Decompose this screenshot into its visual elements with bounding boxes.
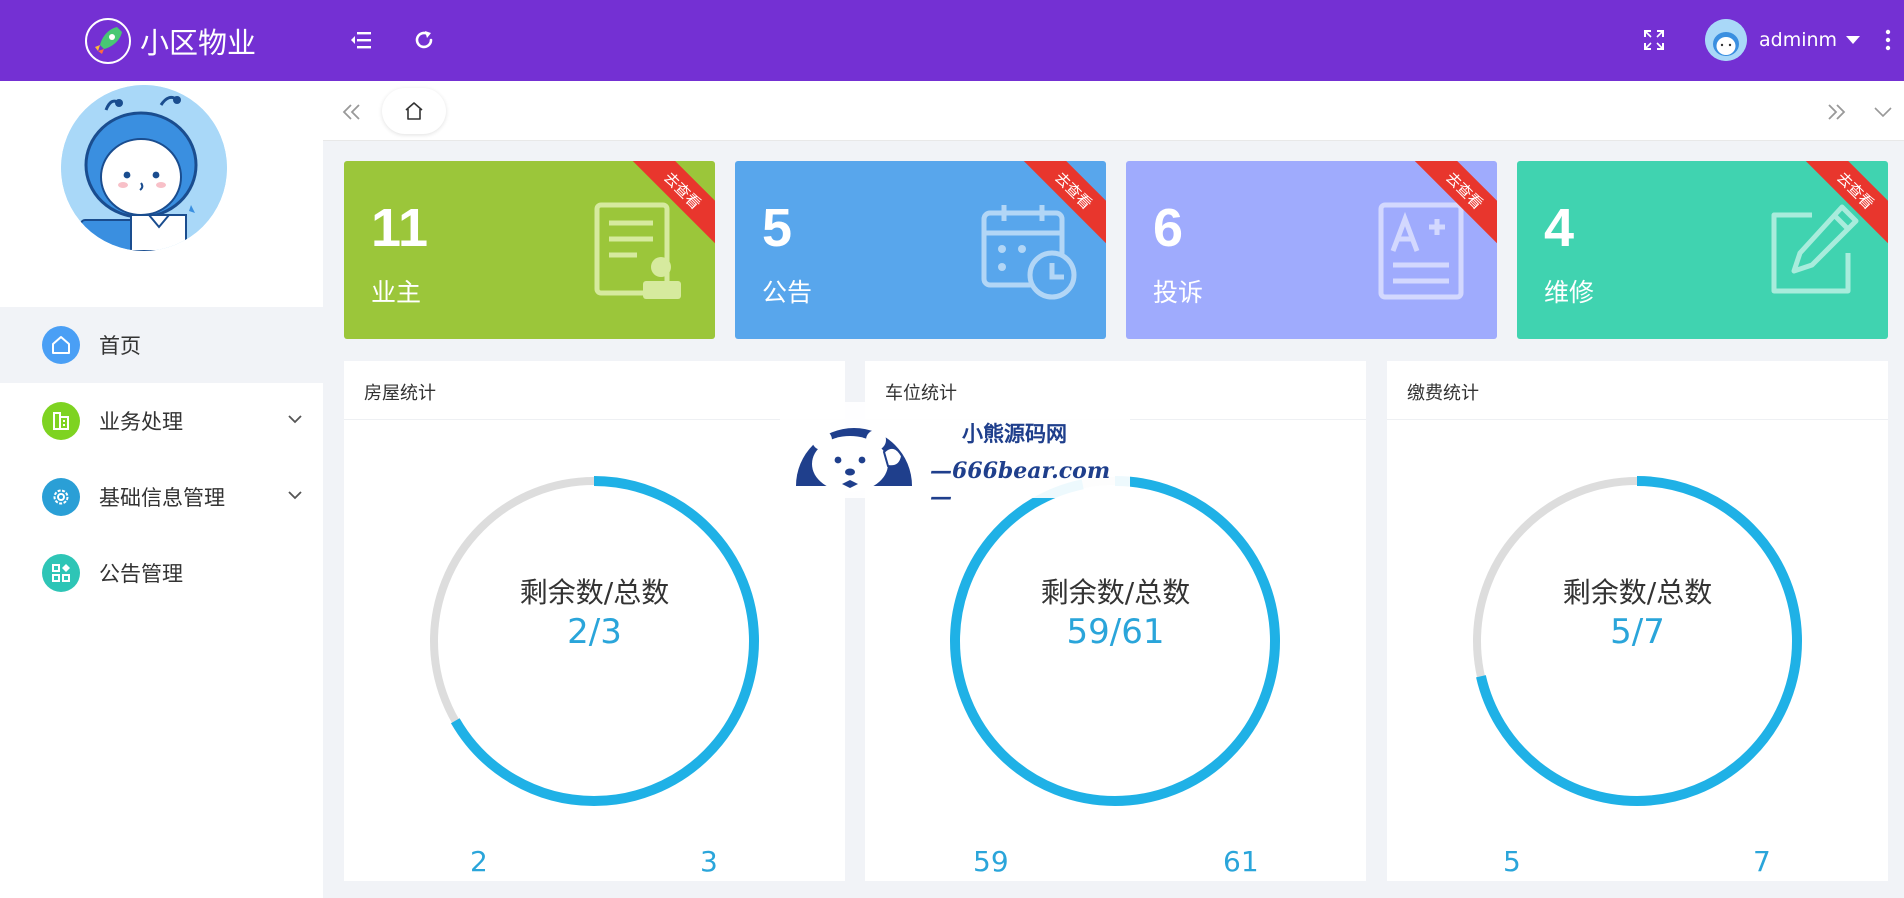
sidebar-menu: 首页 业务处理 基础信息管理 公告管理 — [0, 307, 323, 611]
collapse-menu-button[interactable] — [345, 24, 377, 56]
home-icon — [405, 102, 423, 120]
panel-divider — [1387, 419, 1888, 420]
card-label: 业主 — [371, 278, 422, 307]
sidebar-item-notice[interactable]: 公告管理 — [0, 535, 323, 611]
watermark-title: 小熊源码网 — [962, 421, 1067, 446]
indent-icon — [351, 32, 371, 49]
gauge-label: 剩余数/总数 — [519, 576, 670, 609]
sidebar-item-label: 业务处理 — [99, 410, 183, 434]
notice-stat-card[interactable]: 5 公告 去查看 — [735, 161, 1106, 339]
caret-down-icon — [1846, 36, 1861, 44]
grade-sheet-icon — [1378, 202, 1464, 300]
building-icon — [42, 402, 80, 440]
double-chevron-left-icon — [342, 104, 360, 120]
user-menu[interactable]: adminm — [1705, 19, 1861, 61]
refresh-button[interactable] — [408, 24, 440, 56]
gauge-max-label: 7 — [1753, 845, 1771, 878]
chevron-down-icon — [1874, 107, 1892, 118]
home-icon — [42, 326, 80, 364]
complaint-stat-card[interactable]: 6 投诉 去查看 — [1126, 161, 1497, 339]
top-header: 小区物业 adminm — [0, 0, 1904, 81]
gauge-label: 剩余数/总数 — [1040, 576, 1191, 609]
owner-stat-card[interactable]: 11 业主 去查看 — [344, 161, 715, 339]
card-label: 投诉 — [1153, 278, 1204, 307]
gauge-max-label: 3 — [700, 845, 718, 878]
tab-scroll-left-button[interactable] — [337, 97, 367, 127]
sidebar-item-label: 公告管理 — [99, 562, 183, 586]
card-number: 5 — [762, 198, 793, 258]
tab-scroll-right-button[interactable] — [1821, 97, 1851, 127]
avatar — [1705, 19, 1747, 61]
sidebar-item-label: 基础信息管理 — [99, 486, 225, 510]
profile-avatar — [61, 85, 227, 251]
gauge-value: 5/7 — [1610, 612, 1665, 652]
sidebar-item-label: 首页 — [99, 334, 141, 358]
gauge-max-label: 61 — [1223, 845, 1259, 878]
fullscreen-icon — [1644, 30, 1664, 50]
more-button[interactable] — [1872, 24, 1904, 56]
card-number: 4 — [1544, 198, 1575, 258]
tab-bar — [323, 81, 1904, 141]
rocket-icon — [85, 18, 131, 64]
fullscreen-button[interactable] — [1638, 24, 1670, 56]
chevron-down-icon — [288, 415, 302, 424]
panel-title: 房屋统计 — [364, 383, 436, 404]
tab-home[interactable] — [382, 88, 446, 134]
chevron-down-icon — [288, 491, 302, 500]
username: adminm — [1759, 29, 1838, 51]
calendar-clock-icon — [981, 205, 1077, 300]
double-chevron-right-icon — [1828, 104, 1846, 120]
panel-title: 缴费统计 — [1407, 383, 1479, 404]
card-number: 11 — [371, 198, 429, 258]
gauge-value: 59/61 — [1066, 612, 1165, 652]
gauge-min-label: 2 — [470, 845, 488, 878]
app-logo[interactable]: 小区物业 — [84, 17, 256, 65]
gear-icon — [42, 478, 80, 516]
more-vertical-icon — [1885, 29, 1891, 51]
refresh-icon — [415, 31, 433, 49]
repair-stat-card[interactable]: 4 维修 去查看 — [1517, 161, 1888, 339]
panel-divider — [344, 419, 845, 420]
gauge-label: 剩余数/总数 — [1562, 576, 1713, 609]
edit-icon — [1771, 204, 1859, 294]
house-stat-panel: 房屋统计 剩余数/总数 2/3 2 3 — [344, 361, 845, 881]
sidebar: 首页 业务处理 基础信息管理 公告管理 — [0, 81, 323, 898]
bear-logo-icon — [796, 428, 912, 492]
sidebar-item-home[interactable]: 首页 — [0, 307, 323, 383]
gauge-min-label: 59 — [973, 845, 1009, 878]
gauge-min-label: 5 — [1503, 845, 1521, 878]
gauge-value: 2/3 — [567, 612, 622, 652]
card-label: 维修 — [1544, 278, 1595, 307]
app-title: 小区物业 — [140, 26, 257, 60]
watermark-url: —666bear.com— — [930, 458, 1111, 510]
watermark: 小熊源码网 —666bear.com— — [780, 402, 1130, 510]
card-label: 公告 — [762, 278, 813, 307]
card-number: 6 — [1153, 198, 1184, 258]
payment-stat-panel: 缴费统计 剩余数/总数 5/7 5 7 — [1387, 361, 1888, 881]
tab-options-button[interactable] — [1868, 97, 1898, 127]
apps-icon — [42, 554, 80, 592]
document-user-icon — [594, 202, 681, 299]
sidebar-item-basic-info[interactable]: 基础信息管理 — [0, 459, 323, 535]
sidebar-item-business[interactable]: 业务处理 — [0, 383, 323, 459]
